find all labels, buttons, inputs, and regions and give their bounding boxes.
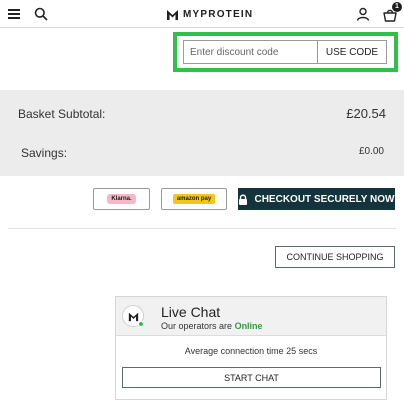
savings-label: Savings:: [21, 146, 68, 160]
live-chat-title: Live Chat: [161, 304, 221, 320]
lock-icon: [239, 194, 248, 205]
basket-count-badge: 1: [392, 2, 402, 12]
checkout-button[interactable]: CHECKOUT SECURELY NOW: [238, 188, 395, 210]
section-divider: [8, 228, 396, 229]
live-chat-subtitle-prefix: Our operators are: [161, 321, 233, 331]
basket-summary: Basket Subtotal: £20.54 Savings: £0.00: [0, 90, 404, 176]
discount-code-input[interactable]: [183, 40, 318, 64]
subtotal-label: Basket Subtotal:: [18, 107, 106, 121]
account-icon[interactable]: [356, 7, 370, 21]
brand-logo-mark-icon: [167, 9, 178, 20]
live-chat-header: Live Chat Our operators are Online: [116, 297, 386, 336]
menu-icon[interactable]: [8, 9, 20, 19]
klarna-button[interactable]: Klarna.: [93, 188, 150, 210]
site-header: MYPROTEIN 1: [0, 0, 404, 28]
brand-logo[interactable]: MYPROTEIN: [166, 7, 253, 21]
online-status-dot: [138, 321, 144, 327]
checkout-label: CHECKOUT SECURELY NOW: [254, 193, 395, 205]
brand-logo-text: MYPROTEIN: [183, 8, 254, 20]
connection-time-text: Average connection time 25 secs: [184, 346, 318, 356]
start-chat-button[interactable]: START CHAT: [122, 367, 381, 388]
klarna-logo: Klarna.: [107, 194, 136, 204]
savings-value: £0.00: [358, 146, 384, 157]
live-chat-status: Online: [234, 321, 263, 331]
live-chat-card: Live Chat Our operators are Online Avera…: [115, 296, 387, 400]
use-code-button[interactable]: USE CODE: [317, 40, 387, 64]
live-chat-subtitle: Our operators are Online: [161, 321, 263, 331]
amazon-pay-logo: amazon pay: [172, 194, 216, 204]
subtotal-value: £20.54: [346, 106, 386, 121]
brand-logo-mark-icon: [128, 312, 138, 321]
amazon-pay-button[interactable]: amazon pay: [161, 188, 227, 210]
continue-shopping-button[interactable]: CONTINUE SHOPPING: [275, 246, 395, 268]
search-icon[interactable]: [34, 7, 48, 21]
